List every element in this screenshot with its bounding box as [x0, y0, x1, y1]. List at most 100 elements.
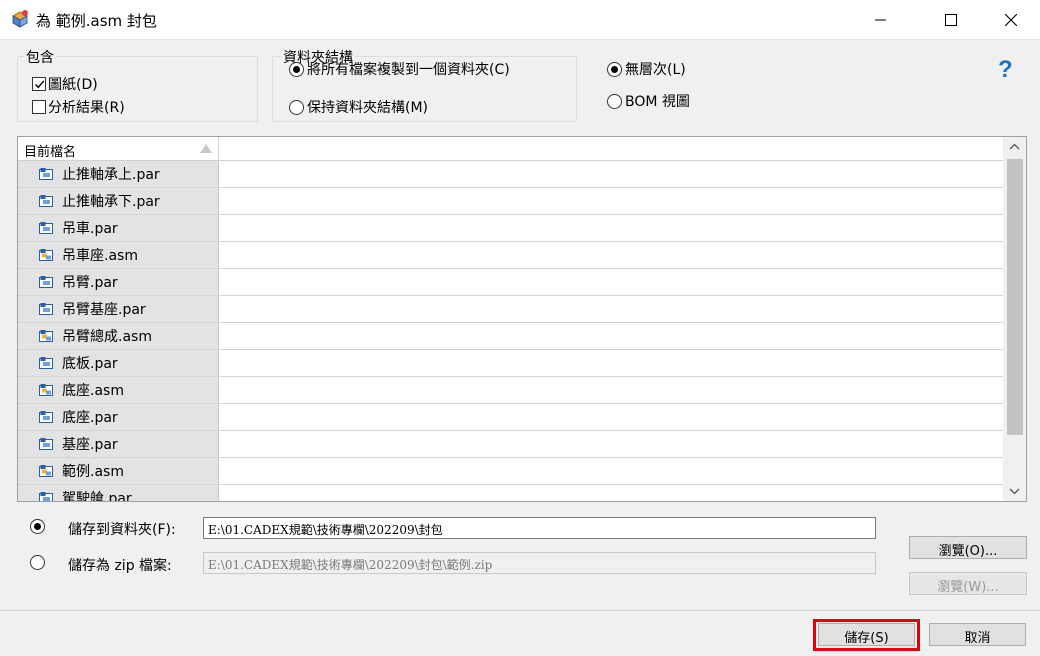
highlight-box — [813, 619, 920, 651]
table-row[interactable]: 駕駛艙.par — [18, 485, 1003, 502]
checkbox-unchecked[interactable] — [32, 100, 46, 114]
radio-selected[interactable] — [30, 519, 45, 534]
bom-view-radio[interactable]: BOM 視圖 — [607, 91, 690, 111]
file-name-label: 吊臂總成.asm — [62, 329, 152, 345]
part-file-icon — [39, 222, 53, 234]
file-name-cell[interactable]: 底板.par — [18, 350, 219, 376]
file-name-label: 吊臂.par — [62, 275, 118, 291]
part-file-icon — [39, 357, 53, 369]
table-row[interactable]: 吊臂總成.asm — [18, 323, 1003, 350]
file-name-cell[interactable]: 止推軸承下.par — [18, 188, 219, 214]
file-name-cell[interactable]: 止推軸承上.par — [18, 161, 219, 187]
vertical-scrollbar[interactable] — [1003, 137, 1026, 501]
copy-all-radio[interactable]: 將所有檔案複製到一個資料夾(C) — [289, 59, 510, 79]
file-name-label: 範例.asm — [62, 464, 124, 480]
part-file-icon — [39, 492, 53, 501]
folder-structure-group: 資料夾結構 將所有檔案複製到一個資料夾(C) 保持資料夾結構(M) — [272, 47, 577, 122]
table-row[interactable]: 基座.par — [18, 431, 1003, 458]
radio-unselected[interactable] — [289, 99, 304, 115]
table-row[interactable]: 吊車.par — [18, 215, 1003, 242]
bom-view-label: BOM 視圖 — [625, 94, 690, 110]
scrollbar-thumb[interactable] — [1007, 159, 1023, 435]
close-button[interactable] — [988, 0, 1034, 40]
drawings-checkbox[interactable]: 圖紙(D) — [32, 74, 98, 94]
part-file-icon — [39, 303, 53, 315]
file-name-label: 駕駛艙.par — [62, 491, 132, 502]
part-file-icon — [39, 276, 53, 288]
table-row[interactable]: 範例.asm — [18, 458, 1003, 485]
assembly-file-icon — [39, 384, 53, 396]
maximize-icon — [945, 14, 957, 26]
part-file-icon — [39, 411, 53, 423]
minimize-icon — [875, 19, 886, 21]
cancel-button[interactable]: 取消 — [929, 623, 1026, 646]
radio-selected[interactable] — [289, 61, 304, 77]
file-name-label: 吊臂基座.par — [62, 302, 146, 318]
file-name-label: 吊車座.asm — [62, 248, 138, 264]
table-header: 目前檔名 — [18, 137, 1003, 161]
save-as-zip-label: 儲存為 zip 檔案: — [68, 558, 172, 574]
file-name-cell[interactable]: 駕駛艙.par — [18, 485, 219, 502]
assembly-file-icon — [39, 249, 53, 261]
file-name-cell[interactable]: 吊車.par — [18, 215, 219, 241]
file-name-cell[interactable]: 吊臂基座.par — [18, 296, 219, 322]
file-name-label: 底板.par — [62, 356, 118, 372]
file-name-label: 吊車.par — [62, 221, 118, 237]
table-row[interactable]: 吊臂.par — [18, 269, 1003, 296]
table-row[interactable]: 吊車座.asm — [18, 242, 1003, 269]
part-file-icon — [39, 438, 53, 450]
file-name-label: 基座.par — [62, 437, 118, 453]
file-name-cell[interactable]: 基座.par — [18, 431, 219, 457]
save-to-folder-radio[interactable] — [30, 519, 48, 534]
keep-structure-label: 保持資料夾結構(M) — [307, 100, 429, 116]
table-row[interactable]: 止推軸承下.par — [18, 188, 1003, 215]
maximize-button[interactable] — [928, 0, 974, 40]
zip-path-field[interactable]: E:\01.CADEX規範\技術專欄\202209\封包\範例.zip — [203, 552, 876, 574]
keep-structure-radio[interactable]: 保持資料夾結構(M) — [289, 97, 428, 117]
file-name-cell[interactable]: 吊臂總成.asm — [18, 323, 219, 349]
table-row[interactable]: 止推軸承上.par — [18, 161, 1003, 188]
minimize-button[interactable] — [858, 0, 904, 40]
pack-and-go-icon — [10, 9, 30, 29]
browse-zip-button[interactable]: 瀏覽(W)... — [909, 572, 1027, 595]
table-row[interactable]: 底板.par — [18, 350, 1003, 377]
no-level-radio[interactable]: 無層次(L) — [607, 59, 686, 79]
part-file-icon — [39, 168, 53, 180]
file-name-cell[interactable]: 底座.par — [18, 404, 219, 430]
assembly-file-icon — [39, 465, 53, 477]
file-name-cell[interactable]: 底座.asm — [18, 377, 219, 403]
save-as-zip-radio[interactable] — [30, 555, 48, 570]
title-bar: 為 範例.asm 封包 — [0, 0, 1040, 40]
window-title: 為 範例.asm 封包 — [36, 12, 157, 30]
analysis-label: 分析結果(R) — [48, 100, 125, 116]
scroll-up-arrow-icon[interactable] — [1003, 137, 1026, 157]
analysis-checkbox[interactable]: 分析結果(R) — [32, 97, 125, 117]
file-table[interactable]: 目前檔名 止推軸承上.par 止推軸承下.par 吊車.par 吊車座.asm 吊臂.p… — [17, 136, 1027, 502]
radio-unselected[interactable] — [30, 555, 45, 570]
column-header-current-name[interactable]: 目前檔名 — [18, 137, 219, 161]
sort-ascending-icon — [200, 144, 212, 153]
radio-selected[interactable] — [607, 61, 622, 77]
file-name-label: 底座.par — [62, 410, 118, 426]
table-row[interactable]: 底座.asm — [18, 377, 1003, 404]
browse-folder-button[interactable]: 瀏覽(O)... — [909, 536, 1027, 559]
no-level-label: 無層次(L) — [625, 62, 686, 78]
scroll-down-arrow-icon[interactable] — [1003, 481, 1026, 501]
file-name-label: 止推軸承下.par — [62, 194, 160, 210]
table-row[interactable]: 吊臂基座.par — [18, 296, 1003, 323]
help-icon[interactable]: ? — [995, 56, 1017, 83]
file-name-cell[interactable]: 範例.asm — [18, 458, 219, 484]
include-group-legend: 包含 — [24, 47, 56, 67]
checkbox-checked[interactable] — [32, 77, 46, 91]
table-row[interactable]: 底座.par — [18, 404, 1003, 431]
radio-unselected[interactable] — [607, 93, 622, 109]
include-group: 包含 圖紙(D) 分析結果(R) — [17, 47, 258, 122]
part-file-icon — [39, 195, 53, 207]
column-header-label: 目前檔名 — [24, 145, 77, 160]
file-name-cell[interactable]: 吊車座.asm — [18, 242, 219, 268]
save-folder-path-field[interactable]: E:\01.CADEX規範\技術專欄\202209\封包 — [203, 517, 876, 539]
drawings-label: 圖紙(D) — [48, 77, 98, 93]
close-icon — [1005, 14, 1017, 26]
save-to-folder-label: 儲存到資料夾(F): — [68, 522, 176, 538]
file-name-cell[interactable]: 吊臂.par — [18, 269, 219, 295]
